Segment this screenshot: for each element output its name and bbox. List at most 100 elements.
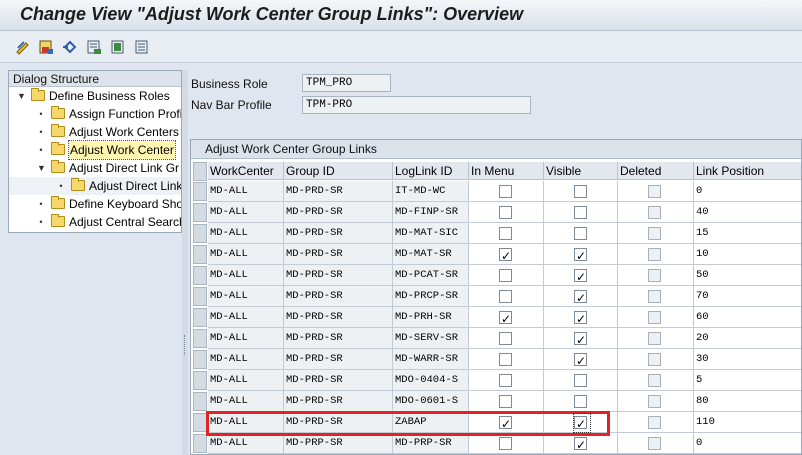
table-cell-work-center[interactable]: MD-ALL (208, 433, 284, 454)
row-selector[interactable] (193, 371, 207, 390)
row-selector[interactable] (193, 413, 207, 432)
table-cell-work-center[interactable]: MD-ALL (208, 181, 284, 202)
in-menu-checkbox[interactable] (499, 290, 512, 303)
visible-checkbox[interactable] (574, 351, 587, 369)
row-selector[interactable] (193, 266, 207, 285)
table-cell-link-position[interactable]: 50 (694, 265, 801, 286)
table-cell-group-id[interactable]: MD-PRD-SR (284, 349, 393, 370)
display-change-icon[interactable] (15, 39, 31, 55)
table-cell-work-center[interactable]: MD-ALL (208, 307, 284, 328)
table-cell-work-center[interactable]: MD-ALL (208, 349, 284, 370)
table-cell-link-position[interactable]: 0 (694, 181, 801, 202)
table-cell-loglink-id[interactable]: MD-PRH-SR (393, 307, 469, 328)
column-header[interactable]: In Menu (469, 162, 544, 180)
splitter-grip[interactable] (184, 335, 186, 355)
row-selector[interactable] (193, 329, 207, 348)
table-cell-work-center[interactable]: MD-ALL (208, 286, 284, 307)
visible-checkbox[interactable] (574, 246, 587, 264)
select-all-rows-button[interactable] (193, 162, 207, 181)
table-cell-loglink-id[interactable]: MD-PCAT-SR (393, 265, 469, 286)
table-cell-group-id[interactable]: MD-PRD-SR (284, 307, 393, 328)
column-header[interactable]: Link Position (694, 162, 801, 180)
table-cell-work-center[interactable]: MD-ALL (208, 328, 284, 349)
nav-bar-profile-field[interactable]: TPM-PRO (302, 96, 531, 114)
in-menu-checkbox[interactable] (499, 414, 512, 432)
row-selector[interactable] (193, 350, 207, 369)
table-cell-group-id[interactable]: MD-PRD-SR (284, 412, 393, 433)
table-cell-loglink-id[interactable]: MD-SERV-SR (393, 328, 469, 349)
row-selector[interactable] (193, 224, 207, 243)
table-cell-loglink-id[interactable]: MD-PRP-SR (393, 433, 469, 454)
select-all-icon[interactable] (110, 39, 126, 55)
table-cell-loglink-id[interactable]: MD-WARR-SR (393, 349, 469, 370)
table-cell-loglink-id[interactable]: MDO-0601-S (393, 391, 469, 412)
tree-item[interactable]: • Adjust Central Search (9, 213, 181, 231)
tree-item[interactable]: • Adjust Work Center (9, 140, 181, 160)
table-cell-loglink-id[interactable]: MDO-0404-S (393, 370, 469, 391)
business-role-field[interactable]: TPM_PRO (302, 74, 391, 92)
table-cell-loglink-id[interactable]: MD-MAT-SIC (393, 223, 469, 244)
column-header[interactable]: Group ID (284, 162, 393, 180)
row-selector[interactable] (193, 287, 207, 306)
table-cell-link-position[interactable]: 60 (694, 307, 801, 328)
column-header[interactable]: Deleted (618, 162, 694, 180)
tree-item[interactable]: • Adjust Work Centers (9, 123, 181, 141)
table-cell-group-id[interactable]: MD-PRD-SR (284, 223, 393, 244)
tree-item[interactable]: • Adjust Direct Link (9, 177, 181, 195)
in-menu-checkbox[interactable] (499, 353, 512, 366)
table-cell-loglink-id[interactable]: ZABAP (393, 412, 469, 433)
table-cell-work-center[interactable]: MD-ALL (208, 412, 284, 433)
in-menu-checkbox[interactable] (499, 332, 512, 345)
table-cell-loglink-id[interactable]: MD-PRCP-SR (393, 286, 469, 307)
row-selector[interactable] (193, 203, 207, 222)
column-header[interactable]: LogLink ID (393, 162, 469, 180)
table-cell-link-position[interactable]: 80 (694, 391, 801, 412)
row-selector[interactable] (193, 182, 207, 201)
visible-checkbox[interactable] (574, 185, 587, 198)
row-selector[interactable] (193, 308, 207, 327)
column-header[interactable]: Visible (544, 162, 618, 180)
undo-icon[interactable] (62, 39, 78, 55)
in-menu-checkbox[interactable] (499, 185, 512, 198)
column-header[interactable]: WorkCenter (208, 162, 284, 180)
deselect-all-icon[interactable] (134, 39, 150, 55)
expand-arrow-icon[interactable]: ▼ (17, 87, 26, 105)
tree-item[interactable]: • Define Keyboard Sho (9, 195, 181, 213)
table-cell-group-id[interactable]: MD-PRD-SR (284, 181, 393, 202)
table-cell-link-position[interactable]: 5 (694, 370, 801, 391)
in-menu-checkbox[interactable] (499, 246, 512, 264)
in-menu-checkbox[interactable] (499, 227, 512, 240)
table-cell-work-center[interactable]: MD-ALL (208, 391, 284, 412)
table-cell-work-center[interactable]: MD-ALL (208, 265, 284, 286)
in-menu-checkbox[interactable] (499, 206, 512, 219)
panel-splitter[interactable] (182, 70, 188, 455)
visible-checkbox[interactable] (574, 309, 587, 327)
table-cell-group-id[interactable]: MD-PRD-SR (284, 244, 393, 265)
table-cell-group-id[interactable]: MD-PRP-SR (284, 433, 393, 454)
visible-checkbox[interactable] (574, 414, 587, 432)
table-cell-loglink-id[interactable]: MD-MAT-SR (393, 244, 469, 265)
table-cell-group-id[interactable]: MD-PRD-SR (284, 370, 393, 391)
in-menu-checkbox[interactable] (499, 374, 512, 387)
visible-checkbox[interactable] (574, 206, 587, 219)
table-cell-loglink-id[interactable]: IT-MD-WC (393, 181, 469, 202)
in-menu-checkbox[interactable] (499, 395, 512, 408)
visible-checkbox[interactable] (574, 288, 587, 306)
table-cell-group-id[interactable]: MD-PRD-SR (284, 265, 393, 286)
expand-arrow-icon[interactable]: ▼ (37, 159, 46, 177)
table-cell-link-position[interactable]: 20 (694, 328, 801, 349)
tree-item[interactable]: ▼ Define Business Roles (9, 87, 181, 105)
table-cell-group-id[interactable]: MD-PRD-SR (284, 286, 393, 307)
table-cell-loglink-id[interactable]: MD-FINP-SR (393, 202, 469, 223)
visible-checkbox[interactable] (574, 330, 587, 348)
tree-item[interactable]: ▼ Adjust Direct Link Gr (9, 159, 181, 177)
table-cell-link-position[interactable]: 10 (694, 244, 801, 265)
select-block-icon[interactable] (86, 39, 102, 55)
save-icon[interactable] (38, 39, 54, 55)
table-cell-link-position[interactable]: 30 (694, 349, 801, 370)
table-cell-work-center[interactable]: MD-ALL (208, 202, 284, 223)
row-selector[interactable] (193, 392, 207, 411)
row-selector[interactable] (193, 245, 207, 264)
visible-checkbox[interactable] (574, 395, 587, 408)
table-cell-group-id[interactable]: MD-PRD-SR (284, 328, 393, 349)
